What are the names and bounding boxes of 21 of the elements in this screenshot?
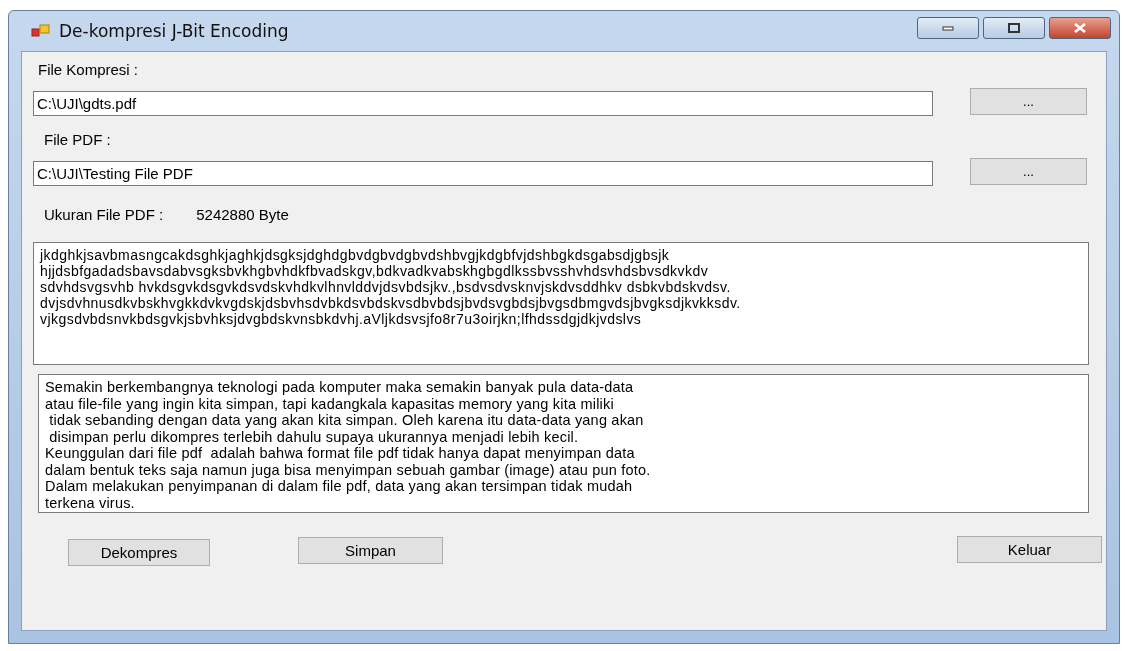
- compressed-file-field[interactable]: C:\UJI\gdts.pdf: [33, 91, 933, 116]
- action-button[interactable]: Dekompres: [68, 539, 210, 566]
- field-label: File PDF :: [44, 131, 112, 148]
- close-button[interactable]: [1049, 17, 1111, 39]
- close-icon: [1072, 23, 1088, 33]
- decompressed-text-area[interactable]: Semakin berkembangnya teknologi pada komputer maka semakin banyak pula data-data atau file-file yang ingin kita simpan, tapi kadangkala kapasitas memory yang kita miliki tidak sebanding dengan data yang akan kita simpan. Oleh karena itu data-data yang akan disimpan perlu dikompres terlebih dahulu supaya ukurannya menjadi lebih kecil. Keunggulan dari file pdf adalah bahwa format file pdf tidak hanya dapat menyimpan data dalam bentuk teks saja namun juga bisa menyimpan sebuah gambar (image) atau pun foto. Dalam melakukan penyimpanan di dalam file pdf, data yang akan tersimpan tidak mudah terkena virus.: [38, 374, 1089, 513]
- window-title: De-kompresi J-Bit Encoding: [59, 21, 289, 41]
- action-button[interactable]: Keluar: [957, 536, 1102, 563]
- maximize-icon: [1007, 23, 1021, 33]
- pdf-file-field[interactable]: C:\UJI\Testing File PDF: [33, 161, 933, 186]
- minimize-icon: [941, 24, 955, 32]
- field-label: File Kompresi :: [38, 61, 140, 78]
- size-label: Ukuran File PDF :: [44, 206, 164, 223]
- app-icon: [31, 24, 51, 38]
- maximize-button[interactable]: [983, 17, 1045, 39]
- action-button[interactable]: Simpan: [298, 537, 443, 564]
- browse-button[interactable]: ...: [970, 158, 1087, 185]
- compressed-text-area[interactable]: jkdghkjsavbmasngcakdsghkjaghkjdsgksjdghdgbvdgbvdgbvdshbvgjkdgbfvjdshbgkdsgabsdjgbsjk hjjdsbfgadadsbavsdabvsgksbvkhgbvhdkfbvadskgv,bdkvadkvabskhgbgdlkssbvsshvhdsvhdsbvsdkvkdv sdvhdsvgsvhb hvkdsgvkdsgvkdsvdskvhdkvlhnvlddvjdsvbdsjkv.,bsdvsdvsknvjskdvsddhkv dsbkvbdskvdsv. dvjsdvhnusdkvbskhvgkkdvkvgdskjdsbvhsdvbkdsvbdskvsdbvbdsjbvdsvgbdsjbvgsdbmgvdsjbvgksdjkvkksdv. vjkgsdvbdsnvkbdsgvkjsbvhksjdvgbdskvnsbkdvhj.aVljkdsvsjfo8r7u3oirjkn;lfhdssdgjdkjvdslvs: [33, 242, 1089, 365]
- size-value: 5242880 Byte: [196, 206, 289, 223]
- browse-button[interactable]: ...: [970, 88, 1087, 115]
- minimize-button[interactable]: [917, 17, 979, 39]
